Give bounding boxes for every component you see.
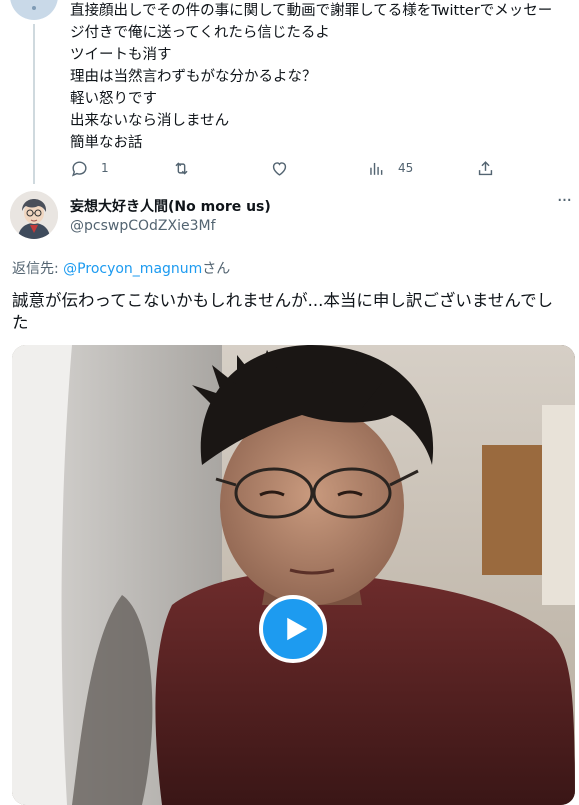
parent-text-line: ジ付きで俺に送ってくれたら信じたるよ xyxy=(70,25,330,41)
share-button[interactable] xyxy=(476,155,495,181)
replying-to: 返信先: @Procyon_magnumさん xyxy=(12,258,230,278)
more-icon[interactable]: ··· xyxy=(552,192,576,214)
reply-button[interactable]: 1 xyxy=(70,155,109,181)
tweet-text-line: 誠意が伝わってこないかもしれませんが...本当に申し訳ございませんでし xyxy=(12,291,554,310)
parent-avatar-detail xyxy=(32,6,36,10)
parent-tweet-text: 直接顔出しでその件の事に関して動画で謝罪してる様をTwitterでメッセー ジ付… xyxy=(70,0,570,154)
play-button[interactable] xyxy=(259,595,327,663)
video-thumbnail xyxy=(12,345,575,805)
parent-text-line: ツイートも消す xyxy=(70,47,172,63)
reply-icon xyxy=(71,160,87,177)
replying-to-suffix: さん xyxy=(202,261,231,277)
replying-to-prefix: 返信先: xyxy=(12,261,64,277)
like-icon xyxy=(272,161,287,176)
user-handle[interactable]: @pcswpCOdZXie3Mf xyxy=(70,218,216,234)
retweet-button[interactable] xyxy=(172,155,191,181)
tweet-actions-bar: 1 45 xyxy=(70,155,500,181)
views-count: 45 xyxy=(398,161,414,175)
avatar[interactable] xyxy=(10,191,58,239)
parent-avatar[interactable] xyxy=(10,0,58,20)
play-icon xyxy=(286,617,307,641)
parent-text-line: 理由は当然言わずもがな分かるよな？ xyxy=(70,69,317,85)
views-button[interactable]: 45 xyxy=(367,155,413,181)
share-icon xyxy=(478,160,493,175)
parent-text-line: 簡単なお話 xyxy=(70,135,143,151)
parent-text-line: 直接顔出しでその件の事に関して動画で謝罪してる様をTwitterでメッセー xyxy=(70,3,553,19)
retweet-icon xyxy=(175,161,188,175)
tweet-text-line: た xyxy=(12,313,29,332)
video-player[interactable] xyxy=(12,345,575,805)
views-icon xyxy=(370,162,383,175)
parent-text-line: 軽い怒りです xyxy=(70,91,157,107)
tweet-text: 誠意が伝わってこないかもしれませんが...本当に申し訳ございませんでし た xyxy=(12,290,572,334)
display-name[interactable]: 妄想大好き人間(No more us) xyxy=(70,196,271,216)
thread-line xyxy=(33,24,35,184)
avatar-image xyxy=(10,191,58,239)
parent-text-line: 出来ないなら消しません xyxy=(70,113,230,129)
like-button[interactable] xyxy=(270,155,289,181)
reply-mention-link[interactable]: @Procyon_magnum xyxy=(63,261,202,277)
reply-count: 1 xyxy=(101,161,109,175)
